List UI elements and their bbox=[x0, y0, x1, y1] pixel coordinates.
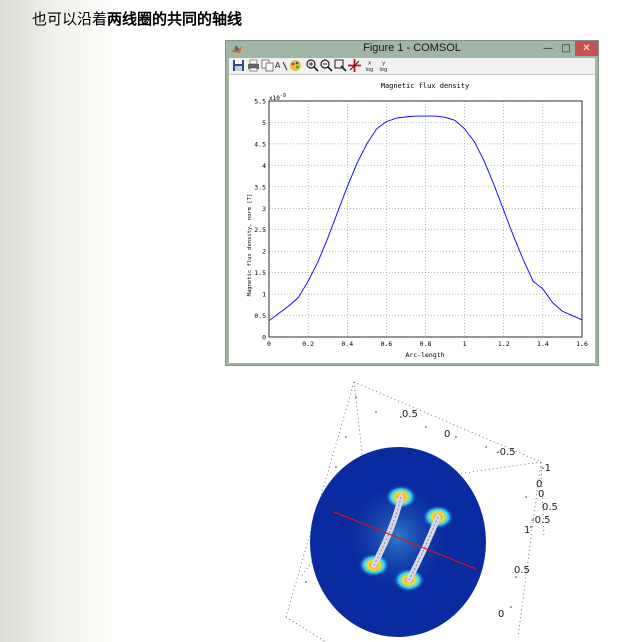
x-ticks: 0 0.2 0.4 0.6 0.8 1 1.2 1.4 1.6 bbox=[267, 340, 588, 348]
y-tick-label: 2 bbox=[262, 248, 266, 256]
figure-toolbar: A x log y log bbox=[229, 58, 595, 75]
y-tick-label: 0.5 bbox=[254, 312, 266, 320]
close-button[interactable]: ✕ bbox=[575, 41, 598, 56]
svg-text:x: x bbox=[368, 61, 372, 67]
axis-tick-label: -1 bbox=[541, 463, 551, 474]
x-tick-label: 1 bbox=[463, 340, 467, 348]
text-tool-icon[interactable]: A bbox=[275, 59, 288, 72]
figure-titlebar[interactable]: Figure 1 - COMSOL — □ ✕ bbox=[226, 41, 598, 57]
svg-text:A: A bbox=[275, 61, 281, 70]
heading-prefix: 也可以沿着 bbox=[32, 10, 108, 28]
3d-field-render[interactable]: 0.5 0 -0.5 -1 0 0.5 0 -0.5 1 0.5 0 bbox=[226, 377, 598, 642]
minimize-button[interactable]: — bbox=[539, 41, 557, 56]
axis-tool-icon[interactable] bbox=[348, 59, 361, 72]
axis-tick-label: -0.5 bbox=[496, 447, 516, 458]
y-tick-label: 1 bbox=[262, 291, 266, 299]
chart-title: Magnetic flux density bbox=[381, 82, 470, 90]
save-icon[interactable] bbox=[232, 59, 245, 72]
grid bbox=[268, 100, 583, 338]
3d-render-svg: 0.5 0 -0.5 -1 0 0.5 0 -0.5 1 0.5 0 bbox=[285, 381, 558, 642]
x-tick-label: 1.4 bbox=[537, 340, 549, 348]
x-tick-label: 1.2 bbox=[498, 340, 510, 348]
zoom-box-icon[interactable] bbox=[334, 59, 347, 72]
copy-icon[interactable] bbox=[261, 59, 274, 72]
palette-icon[interactable] bbox=[289, 59, 302, 72]
y-tick-label: 5.5 bbox=[254, 98, 266, 106]
page-heading: 也可以沿着两线圈的共同的轴线 bbox=[32, 8, 242, 29]
axis-tick-label: 0.5 bbox=[402, 409, 418, 420]
y-tick-label: 3.5 bbox=[254, 183, 266, 191]
y-tick-label: 2.5 bbox=[254, 226, 266, 234]
x-tick-label: 0 bbox=[267, 340, 271, 348]
axis-tick-label: 0 bbox=[444, 429, 450, 440]
x-tick-label: 0.4 bbox=[341, 340, 353, 348]
y-tick-label: 3 bbox=[262, 205, 266, 213]
axis-tick-label: 0.5 bbox=[514, 565, 530, 576]
axis-tick-label: -0.5 bbox=[531, 515, 551, 526]
axis-tick-label: 0 bbox=[536, 479, 542, 490]
heading-emphasis: 两线圈的共同的轴线 bbox=[107, 10, 243, 28]
y-log-icon[interactable]: y log bbox=[379, 59, 392, 73]
x-tick-label: 1.6 bbox=[576, 340, 588, 348]
figure-canvas[interactable]: Magnetic flux density x10-9 0 0.2 0.4 0.6 0.… bbox=[229, 75, 595, 363]
axis-tick-label: 0.5 bbox=[542, 502, 558, 513]
figure-window: Figure 1 - COMSOL — □ ✕ A x log y log Ma… bbox=[225, 40, 599, 366]
x-log-icon[interactable]: x log bbox=[365, 59, 378, 73]
y-tick-label: 5 bbox=[262, 119, 266, 127]
y-ticks: 0 0.5 1 1.5 2 2.5 3 3.5 4 4.5 5 5.5 bbox=[254, 98, 266, 342]
zoom-out-icon[interactable] bbox=[320, 59, 333, 72]
y-tick-label: 4 bbox=[262, 162, 266, 170]
x-tick-label: 0.6 bbox=[381, 340, 393, 348]
y-tick-label: 0 bbox=[262, 334, 266, 342]
y-tick-label: 4.5 bbox=[254, 140, 266, 148]
zoom-in-icon[interactable] bbox=[306, 59, 319, 72]
print-icon[interactable] bbox=[247, 59, 260, 72]
axis-tick-label: 0 bbox=[538, 489, 544, 500]
y-axis-label: Magnetic flux density, norm [T] bbox=[247, 194, 253, 297]
x-tick-label: 0.2 bbox=[302, 340, 314, 348]
x-axis-label: Arc-length bbox=[405, 351, 444, 359]
maximize-button[interactable]: □ bbox=[557, 41, 575, 56]
svg-text:y: y bbox=[382, 61, 386, 67]
axis-tick-label: 0 bbox=[498, 609, 504, 620]
axis-tick-label: 1 bbox=[524, 525, 530, 536]
svg-text:log: log bbox=[366, 67, 374, 72]
line-chart: Magnetic flux density x10-9 0 0.2 0.4 0.6 0.… bbox=[247, 82, 588, 359]
x-tick-label: 0.8 bbox=[420, 340, 432, 348]
svg-text:log: log bbox=[380, 67, 388, 72]
y-tick-label: 1.5 bbox=[254, 269, 266, 277]
